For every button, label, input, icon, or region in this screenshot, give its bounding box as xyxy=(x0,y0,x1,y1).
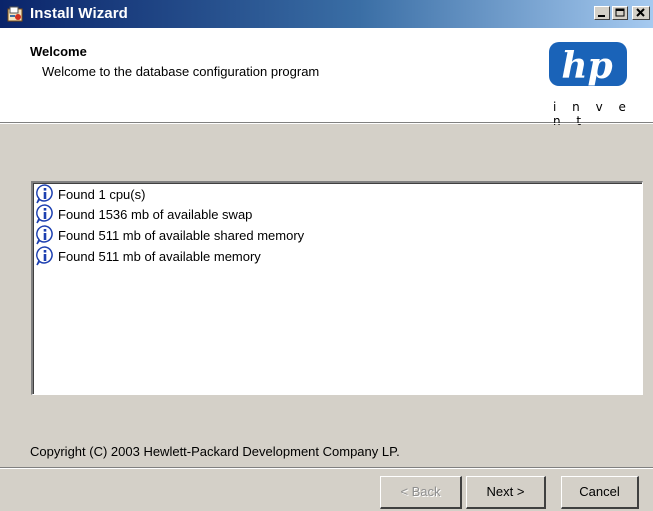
list-item[interactable]: Found 511 mb of available shared memory xyxy=(35,225,304,245)
close-button[interactable] xyxy=(632,6,650,20)
window-title: Install Wizard xyxy=(30,5,128,22)
list-item-text: Found 511 mb of available shared memory xyxy=(58,227,305,243)
list-item[interactable]: Found 511 mb of available memory xyxy=(35,246,261,266)
close-icon xyxy=(636,8,645,17)
maximize-button[interactable] xyxy=(612,6,628,20)
install-wizard-window: Install Wizard Welcome Welcome to the da… xyxy=(0,0,653,511)
list-item-text: Found 511 mb of available memory xyxy=(58,248,261,264)
next-button[interactable]: Next > xyxy=(466,476,546,509)
banner-divider xyxy=(0,123,653,124)
list-item-text: Found 1 cpu(s) xyxy=(58,186,146,202)
back-button[interactable]: < Back xyxy=(380,476,462,509)
title-bar[interactable]: Install Wizard xyxy=(0,0,653,28)
installer-icon xyxy=(7,6,23,22)
list-item-text: Found 1536 mb of available swap xyxy=(58,206,253,222)
info-icon xyxy=(36,184,53,204)
page-title: Welcome xyxy=(30,44,87,59)
header-banner: Welcome Welcome to the database configur… xyxy=(0,28,653,128)
page-subtitle: Welcome to the database configuration pr… xyxy=(42,64,320,79)
list-item[interactable]: Found 1 cpu(s) xyxy=(35,184,145,204)
footer-divider xyxy=(0,467,653,469)
copyright-text: Copyright (C) 2003 Hewlett-Packard Devel… xyxy=(30,444,400,459)
info-icon xyxy=(36,204,53,224)
info-icon xyxy=(36,246,53,266)
list-item[interactable]: Found 1536 mb of available swap xyxy=(35,204,252,224)
info-icon xyxy=(36,225,53,245)
cancel-button[interactable]: Cancel xyxy=(561,476,639,509)
minimize-icon xyxy=(598,15,605,17)
message-list[interactable]: Found 1 cpu(s) Found 1536 mb of availabl… xyxy=(31,181,643,395)
hp-logo-text: hp xyxy=(561,45,612,87)
maximize-icon xyxy=(615,8,625,17)
minimize-button[interactable] xyxy=(594,6,610,20)
